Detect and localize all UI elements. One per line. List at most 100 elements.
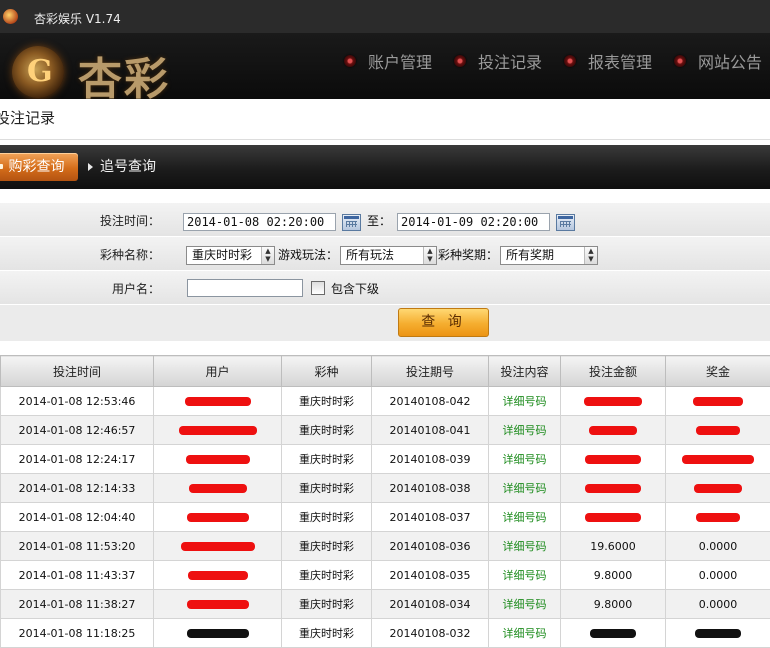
redaction-mark	[694, 484, 742, 493]
redaction-mark	[584, 397, 642, 406]
lottery-label: 彩种名称：	[0, 246, 160, 263]
cell-time: 2014-01-08 12:24:17	[1, 445, 154, 474]
detail-numbers-link[interactable]: 详细号码	[489, 416, 561, 445]
nav-bullet-icon	[564, 55, 576, 67]
col-header-bet-time: 投注时间	[1, 356, 154, 387]
site-logo[interactable]: 杏彩	[12, 41, 192, 95]
cell-issue: 20140108-041	[372, 416, 489, 445]
nav-bullet-icon	[674, 55, 686, 67]
nav-bullet-icon	[454, 55, 466, 67]
issue-label: 彩种奖期：	[438, 246, 498, 263]
include-subordinates-checkbox[interactable]	[311, 281, 325, 295]
redaction-mark	[179, 426, 257, 435]
username-input[interactable]	[187, 279, 303, 297]
app-logo-icon	[3, 9, 18, 24]
cell-issue: 20140108-035	[372, 561, 489, 590]
redaction-mark	[696, 513, 740, 522]
cell-issue: 20140108-032	[372, 619, 489, 648]
cell-issue: 20140108-034	[372, 590, 489, 619]
cell-user	[154, 561, 282, 590]
table-row: 2014-01-08 11:18:25 重庆时时彩 20140108-032 详…	[1, 619, 770, 648]
include-subordinates-label: 包含下级	[331, 280, 379, 297]
cell-prize	[666, 503, 770, 532]
cell-amount: 9.8000	[561, 561, 666, 590]
detail-numbers-link[interactable]: 详细号码	[489, 532, 561, 561]
cell-amount	[561, 445, 666, 474]
cell-time: 2014-01-08 12:04:40	[1, 503, 154, 532]
end-date-input[interactable]: 2014-01-09 02:20:00	[397, 213, 550, 231]
play-select[interactable]: 所有玩法▲▼	[340, 246, 437, 265]
table-header-row: 投注时间 用户 彩种 投注期号 投注内容 投注金额 奖金	[1, 356, 770, 387]
redaction-mark	[187, 513, 249, 522]
query-button[interactable]: 查 询	[398, 308, 489, 337]
cell-lottery: 重庆时时彩	[282, 387, 372, 416]
col-header-prize: 奖金	[666, 356, 770, 387]
redaction-mark	[187, 629, 249, 638]
nav-report-management[interactable]: 报表管理	[564, 49, 652, 73]
nav-account-management[interactable]: 账户管理	[344, 49, 432, 73]
top-navigation: 账户管理 投注记录 报表管理 网站公告	[344, 49, 762, 73]
table-row: 2014-01-08 12:24:17 重庆时时彩 20140108-039 详…	[1, 445, 770, 474]
redaction-mark	[585, 484, 641, 493]
cell-user	[154, 590, 282, 619]
start-date-input[interactable]: 2014-01-08 02:20:00	[183, 213, 336, 231]
table-row: 2014-01-08 11:38:27 重庆时时彩 20140108-034 详…	[1, 590, 770, 619]
col-header-lottery: 彩种	[282, 356, 372, 387]
bet-records-table: 投注时间 用户 彩种 投注期号 投注内容 投注金额 奖金 2014-01-08 …	[0, 355, 770, 648]
cell-prize: 0.0000	[666, 532, 770, 561]
redaction-mark	[590, 629, 636, 638]
detail-numbers-link[interactable]: 详细号码	[489, 503, 561, 532]
detail-numbers-link[interactable]: 详细号码	[489, 619, 561, 648]
start-calendar-icon[interactable]	[342, 214, 361, 231]
select-arrow-icon: ▲▼	[584, 247, 597, 264]
lottery-select[interactable]: 重庆时时彩▲▼	[186, 246, 275, 265]
cell-lottery: 重庆时时彩	[282, 474, 372, 503]
cell-time: 2014-01-08 11:18:25	[1, 619, 154, 648]
nav-bet-records[interactable]: 投注记录	[454, 49, 542, 73]
detail-numbers-link[interactable]: 详细号码	[489, 561, 561, 590]
cell-amount	[561, 474, 666, 503]
detail-numbers-link[interactable]: 详细号码	[489, 445, 561, 474]
redaction-mark	[589, 426, 637, 435]
cell-prize	[666, 416, 770, 445]
detail-numbers-link[interactable]: 详细号码	[489, 590, 561, 619]
cell-user	[154, 416, 282, 445]
detail-numbers-link[interactable]: 详细号码	[489, 387, 561, 416]
redaction-mark	[695, 629, 741, 638]
issue-select[interactable]: 所有奖期▲▼	[500, 246, 598, 265]
cell-user	[154, 474, 282, 503]
cell-time: 2014-01-08 12:53:46	[1, 387, 154, 416]
filter-row-lottery: 彩种名称： 重庆时时彩▲▼ 游戏玩法： 所有玩法▲▼ 彩种奖期： 所有奖期▲▼	[0, 237, 770, 271]
end-calendar-icon[interactable]	[556, 214, 575, 231]
redaction-mark	[187, 600, 249, 609]
cell-issue: 20140108-039	[372, 445, 489, 474]
table-row: 2014-01-08 12:04:40 重庆时时彩 20140108-037 详…	[1, 503, 770, 532]
cell-time: 2014-01-08 12:14:33	[1, 474, 154, 503]
tab-chase-query[interactable]: 追号查询	[88, 153, 156, 181]
cell-prize: 0.0000	[666, 561, 770, 590]
cell-prize	[666, 619, 770, 648]
cell-prize	[666, 387, 770, 416]
cell-user	[154, 445, 282, 474]
nav-site-announcements[interactable]: 网站公告	[674, 49, 762, 73]
to-label: 至：	[367, 212, 391, 229]
detail-numbers-link[interactable]: 详细号码	[489, 474, 561, 503]
cell-user	[154, 619, 282, 648]
cell-lottery: 重庆时时彩	[282, 416, 372, 445]
cell-lottery: 重庆时时彩	[282, 445, 372, 474]
select-arrow-icon: ▲▼	[423, 247, 436, 264]
cell-time: 2014-01-08 11:53:20	[1, 532, 154, 561]
table-row: 2014-01-08 12:53:46 重庆时时彩 20140108-042 详…	[1, 387, 770, 416]
cell-amount	[561, 503, 666, 532]
page-title: 投注记录	[0, 99, 770, 140]
redaction-mark	[682, 455, 754, 464]
cell-amount	[561, 619, 666, 648]
col-header-user: 用户	[154, 356, 282, 387]
cell-prize	[666, 445, 770, 474]
cell-amount: 19.6000	[561, 532, 666, 561]
col-header-issue: 投注期号	[372, 356, 489, 387]
tab-purchase-query[interactable]: 购彩查询	[0, 153, 78, 181]
cell-lottery: 重庆时时彩	[282, 532, 372, 561]
play-label: 游戏玩法：	[278, 246, 338, 263]
cell-user	[154, 532, 282, 561]
